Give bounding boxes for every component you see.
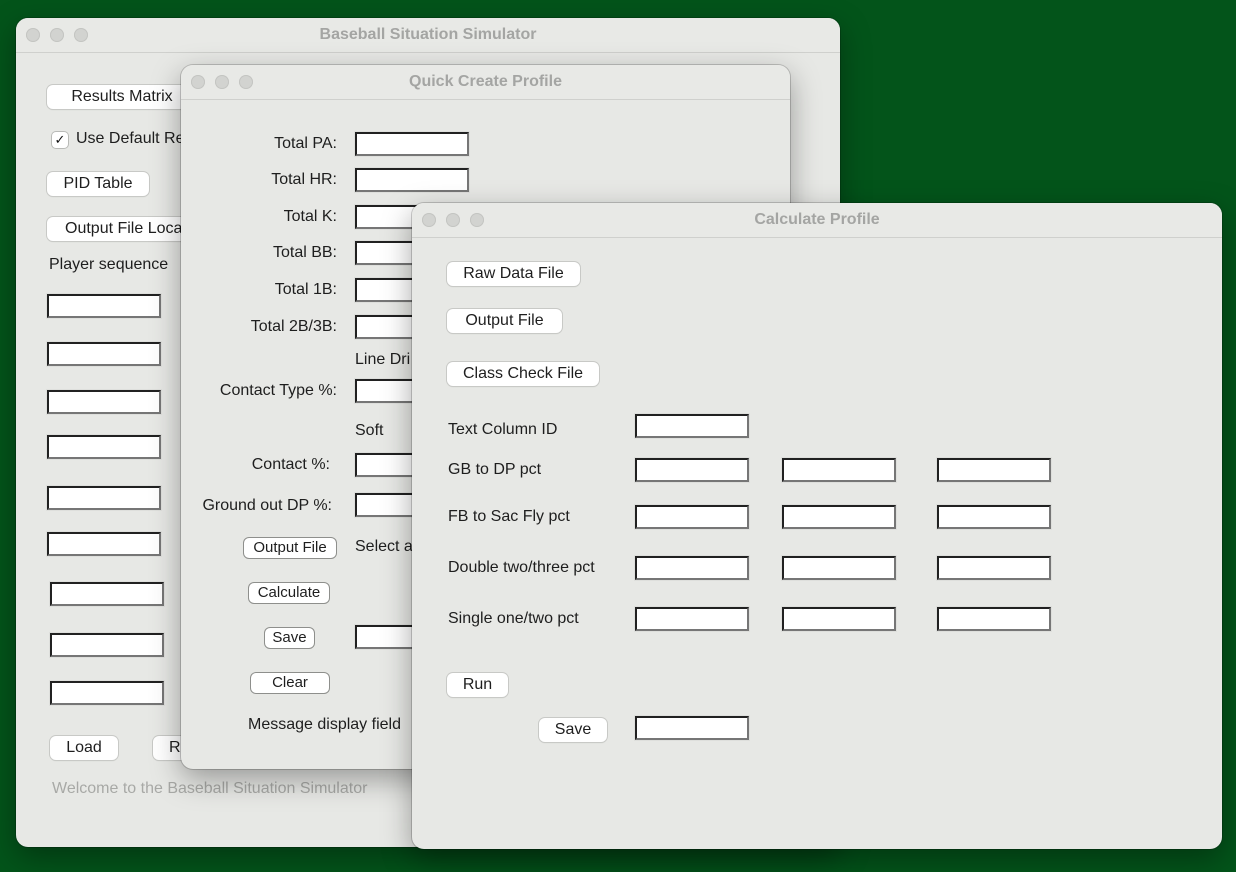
player-field-5[interactable] [47,486,161,510]
quick-create-titlebar: Quick Create Profile [181,65,790,100]
fb-to-sac-fly-field-3[interactable] [937,505,1051,529]
quick-create-title: Quick Create Profile [409,73,562,90]
double-two-three-field-3[interactable] [937,556,1051,580]
contact-pct-label: Contact %: [251,456,330,473]
double-two-three-field-2[interactable] [782,556,896,580]
save-button[interactable]: Save [265,628,314,648]
fb-to-sac-fly-field-1[interactable] [635,505,749,529]
single-one-two-label: Single one/two pct [448,610,579,627]
gb-to-dp-field-1[interactable] [635,458,749,482]
fb-to-sac-fly-field-2[interactable] [782,505,896,529]
line-drive-label: Line Dri [355,351,411,368]
player-field-8[interactable] [50,633,164,657]
message-display-label: Message display field [248,716,401,733]
total-hr-label: Total HR: [271,171,337,188]
fb-to-sac-fly-label: FB to Sac Fly pct [448,508,570,525]
total-pa-label: Total PA: [274,135,337,152]
player-sequence-label: Player sequence [49,256,169,273]
double-two-three-label: Double two/three pct [448,559,595,576]
text-column-id-label: Text Column ID [448,421,558,438]
pid-table-button[interactable]: PID Table [47,172,149,196]
save-button[interactable]: Save [539,718,607,742]
ground-out-dp-label: Ground out DP %: [202,497,332,514]
player-field-4[interactable] [47,435,161,459]
run-button[interactable]: Run [447,673,508,697]
single-one-two-field-2[interactable] [782,607,896,631]
total-k-label: Total K: [283,208,337,225]
calculate-profile-title: Calculate Profile [754,211,880,228]
double-two-three-field-1[interactable] [635,556,749,580]
total-hr-field[interactable] [355,168,469,192]
player-field-1[interactable] [47,294,161,318]
player-field-2[interactable] [47,342,161,366]
total-bb-label: Total BB: [272,244,337,261]
total-1b-label: Total 1B: [274,281,337,298]
clear-button[interactable]: Clear [251,673,329,693]
main-window-title: Baseball Situation Simulator [319,26,537,43]
calculate-button[interactable]: Calculate [249,583,329,603]
gb-to-dp-field-3[interactable] [937,458,1051,482]
output-file-button[interactable]: Output File [244,538,336,558]
single-one-two-field-1[interactable] [635,607,749,631]
load-button[interactable]: Load [50,736,118,760]
calculate-profile-window: Calculate Profile Raw Data File Output F… [412,203,1222,849]
class-check-file-button[interactable]: Class Check File [447,362,599,386]
single-one-two-field-3[interactable] [937,607,1051,631]
output-file-button[interactable]: Output File [447,309,562,333]
gb-to-dp-field-2[interactable] [782,458,896,482]
contact-type-label: Contact Type %: [219,382,337,399]
select-label: Select a [355,538,413,555]
use-default-label: Use Default Re [76,130,185,147]
gb-to-dp-label: GB to DP pct [448,461,542,478]
status-message: Welcome to the Baseball Situation Simula… [52,780,368,797]
total-2b3b-label: Total 2B/3B: [250,318,337,335]
player-field-6[interactable] [47,532,161,556]
text-column-id-field[interactable] [635,414,749,438]
calculate-profile-titlebar: Calculate Profile [412,203,1222,238]
output-file-location-button[interactable]: Output File Loca [47,217,197,241]
main-titlebar: Baseball Situation Simulator [16,18,840,53]
soft-label: Soft [355,422,384,439]
total-pa-field[interactable] [355,132,469,156]
player-field-3[interactable] [47,390,161,414]
save-name-field[interactable] [635,716,749,740]
player-field-9[interactable] [50,681,164,705]
use-default-checkbox[interactable]: ✓ [52,132,68,148]
raw-data-file-button[interactable]: Raw Data File [447,262,580,286]
results-matrix-button[interactable]: Results Matrix [47,85,197,109]
player-field-7[interactable] [50,582,164,606]
